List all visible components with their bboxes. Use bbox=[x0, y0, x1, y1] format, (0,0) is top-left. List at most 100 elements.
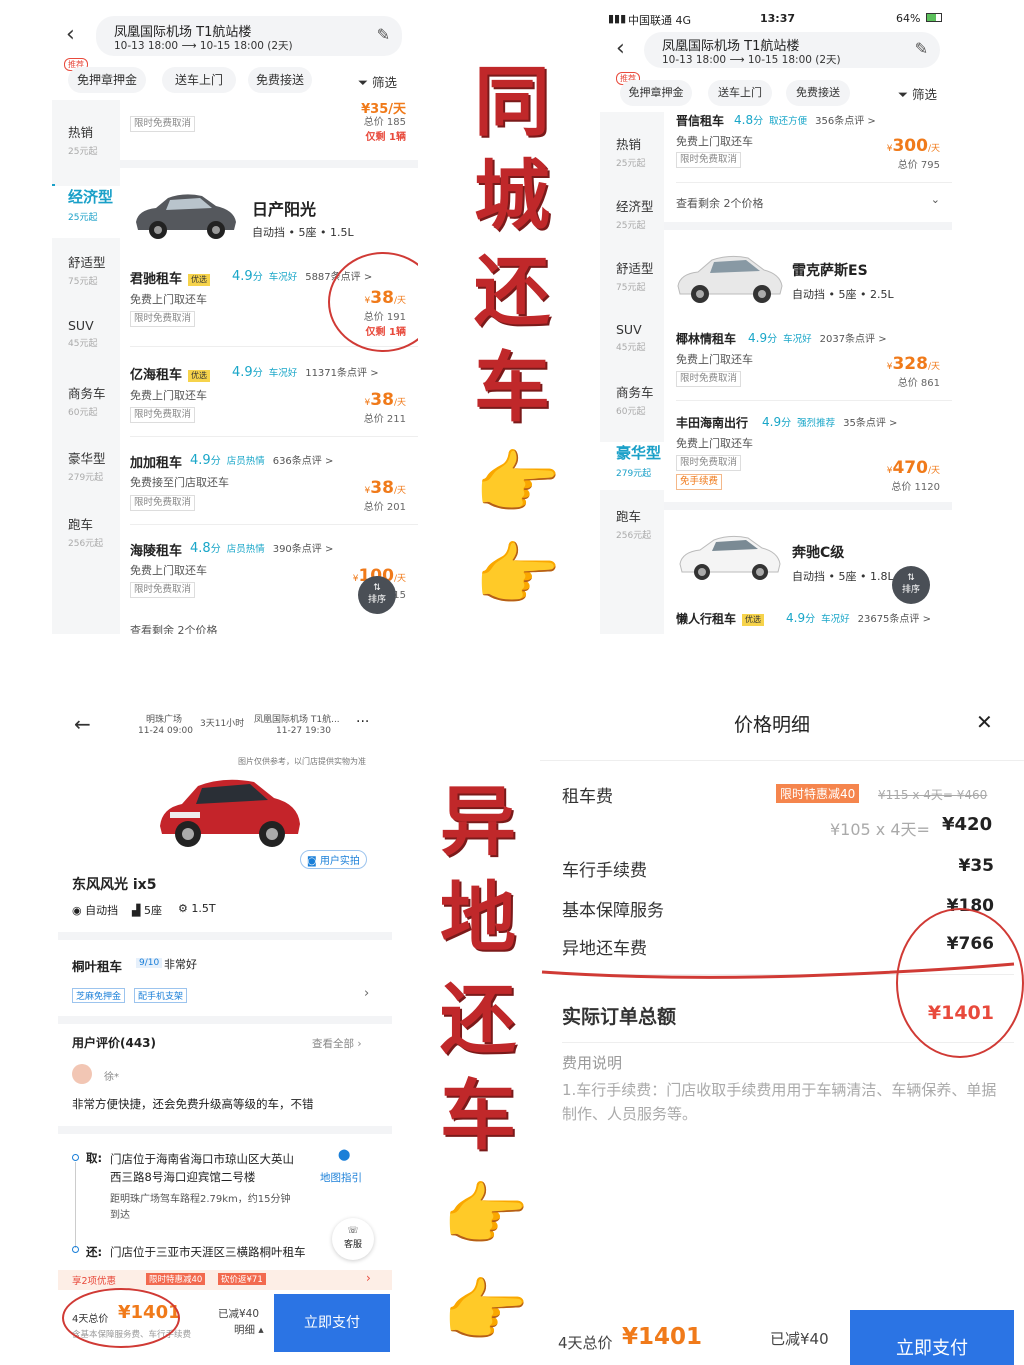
detail-link[interactable]: 明细 ▴ bbox=[234, 1322, 264, 1337]
close-icon[interactable]: ✕ bbox=[976, 710, 993, 734]
sort-button[interactable]: ⇅ 排序 bbox=[358, 576, 396, 614]
cat-sports[interactable]: 跑车 256元起 bbox=[600, 506, 670, 541]
tr-panel: ▮▮▮ 中国联通 4G 13:37 64% ‹ 凤凰国际机场 T1航站楼 10-… bbox=[600, 0, 952, 634]
vendor-name[interactable]: 加加租车 bbox=[130, 452, 182, 471]
vendor-name[interactable]: 晋信租车 bbox=[676, 112, 724, 129]
sort-icon: ⇅ bbox=[373, 583, 381, 593]
cat-suv[interactable]: SUV 45元起 bbox=[600, 322, 670, 353]
battery-level: 64% bbox=[896, 12, 921, 25]
divider bbox=[130, 436, 418, 437]
location-box[interactable]: 凤凰国际机场 T1航站楼 10-13 18:00 ⟶ 10-15 18:00 (… bbox=[644, 32, 940, 68]
chevron-right-icon[interactable]: › bbox=[364, 986, 369, 1001]
reviewer-name: 徐* bbox=[104, 1072, 119, 1083]
chip-deposit[interactable]: 免押章押金 bbox=[68, 67, 146, 93]
service-text: 免费接至门店取还车 bbox=[130, 476, 229, 489]
customer-service-button[interactable]: ☏ 客服 bbox=[332, 1218, 374, 1260]
pay-button[interactable]: 立即支付 bbox=[850, 1310, 1014, 1365]
total-price: 总价 211 bbox=[363, 414, 406, 425]
footer-total: ¥1401 bbox=[622, 1324, 703, 1350]
signal-icon: ▮▮▮ bbox=[608, 12, 627, 25]
cat-business[interactable]: 商务车 60元起 bbox=[600, 382, 670, 417]
more-prices[interactable]: 查看剩余 2个价格 bbox=[130, 622, 218, 634]
return-label: 还: bbox=[86, 1245, 103, 1259]
vendor-name[interactable]: 桐叶租车 bbox=[72, 956, 122, 975]
filter-icon: ⏷ bbox=[898, 87, 909, 102]
vendor-tag: 芝麻免押金 bbox=[72, 988, 126, 1003]
filter-icon: ⏷ bbox=[358, 75, 369, 90]
note-title: 费用说明 bbox=[562, 1054, 623, 1072]
promo-tag: 砍价返¥71 bbox=[218, 1273, 266, 1285]
edit-icon[interactable]: ✎ bbox=[377, 25, 390, 44]
pointing-hand-icon: 👉 bbox=[442, 1270, 530, 1352]
service-text: 免费上门取还车 bbox=[676, 437, 753, 450]
return-dot bbox=[72, 1246, 79, 1253]
pay-button[interactable]: 立即支付 bbox=[274, 1294, 390, 1352]
chip-deposit[interactable]: 免押章押金 bbox=[620, 80, 692, 106]
more-icon[interactable]: ··· bbox=[356, 714, 369, 730]
cancel-tag: 限时免费取消 bbox=[676, 455, 742, 471]
user-photos-button[interactable]: ◙ 用户实拍 bbox=[300, 850, 367, 869]
footer-total-label: 4天总价 bbox=[558, 1334, 613, 1352]
cat-business[interactable]: 商务车 60元起 bbox=[52, 383, 122, 418]
annotation-circle bbox=[896, 908, 1024, 1058]
cat-economy[interactable]: 经济型 25元起 bbox=[52, 186, 122, 238]
vendor-name[interactable]: 懒人行租车 优选 bbox=[676, 610, 765, 627]
car-name: 日产阳光 bbox=[252, 200, 317, 219]
premium-badge: 优选 bbox=[188, 273, 211, 286]
rent-calc: ¥105 x 4天= bbox=[830, 820, 930, 839]
cat-hot[interactable]: 热销 25元起 bbox=[600, 134, 670, 169]
cat-comfort[interactable]: 舒适型 75元起 bbox=[52, 252, 122, 287]
back-arrow-icon[interactable]: ← bbox=[74, 712, 91, 736]
cat-comfort[interactable]: 舒适型 75元起 bbox=[600, 258, 670, 293]
sort-button[interactable]: ⇅ 排序 bbox=[892, 566, 930, 604]
vendor-name[interactable]: 亿海租车 优选 bbox=[130, 364, 211, 383]
vendor-name[interactable]: 椰林情租车 bbox=[676, 330, 736, 347]
chip-shuttle[interactable]: 免费接送 bbox=[786, 80, 850, 106]
cat-luxury[interactable]: 豪华型 279元起 bbox=[600, 442, 670, 490]
reviews-all-link[interactable]: 查看全部 › bbox=[312, 1036, 362, 1051]
vendor-name[interactable]: 海陵租车 bbox=[130, 540, 182, 559]
rental-duration: 3天11小时 bbox=[200, 719, 245, 729]
cat-sports[interactable]: 跑车 256元起 bbox=[52, 514, 122, 549]
map-pin-icon: ⬤ bbox=[338, 1148, 351, 1161]
annotation-circle bbox=[62, 1288, 180, 1348]
cat-luxury[interactable]: 豪华型 279元起 bbox=[52, 448, 122, 483]
filter-button[interactable]: ⏷ 筛选 bbox=[898, 84, 937, 103]
chevron-down-icon[interactable]: ⌄ bbox=[931, 193, 940, 206]
price: ¥38/天 bbox=[364, 478, 406, 498]
chip-shuttle[interactable]: 免费接送 bbox=[248, 67, 312, 93]
service-text: 免费上门取还车 bbox=[676, 135, 753, 148]
avatar bbox=[72, 1064, 92, 1084]
cat-economy[interactable]: 经济型 25元起 bbox=[600, 196, 670, 231]
edit-icon[interactable]: ✎ bbox=[915, 39, 928, 58]
cancel-tag: 限时免费取消 bbox=[676, 152, 742, 168]
car-spec: 自动挡 • 5座 • 2.5L bbox=[792, 288, 894, 301]
return-place: 凤凰国际机场 T1航... bbox=[254, 715, 340, 725]
price: ¥38/天 bbox=[364, 390, 406, 410]
note-text: 1.车行手续费：门店收取手续费用用于车辆清洁、车辆保养、单据制作、人员服务等。 bbox=[562, 1081, 997, 1123]
total-price: 总价 185 bbox=[363, 117, 406, 128]
filter-label: 筛选 bbox=[912, 87, 938, 102]
back-icon[interactable]: ‹ bbox=[66, 22, 75, 47]
vendor-name[interactable]: 君驰租车 优选 bbox=[130, 268, 211, 287]
service-text: 免费上门取还车 bbox=[130, 564, 207, 577]
price: ¥328/天 bbox=[886, 354, 940, 374]
chip-delivery[interactable]: 送车上门 bbox=[708, 80, 772, 106]
filter-button[interactable]: ⏷ 筛选 bbox=[358, 72, 397, 91]
overlay-char: 异 bbox=[440, 777, 516, 866]
promo-bar[interactable]: 享2项优惠 限时特惠减40 砍价返¥71 › bbox=[58, 1270, 392, 1290]
location-box[interactable]: 凤凰国际机场 T1航站楼 10-13 18:00 ⟶ 10-15 18:00 (… bbox=[96, 16, 402, 56]
vendor-name[interactable]: 丰田海南出行 bbox=[676, 414, 748, 431]
spec-transmission: ◉ 自动挡 bbox=[72, 904, 119, 917]
cat-hot[interactable]: 热销 25元起 bbox=[52, 122, 122, 157]
vendor-rating: 非常好 bbox=[164, 958, 197, 971]
map-link[interactable]: 地图指引 bbox=[320, 1170, 362, 1185]
total-price: 总价 795 bbox=[897, 160, 940, 171]
car-image bbox=[677, 255, 783, 303]
more-prices[interactable]: 查看剩余 2个价格 bbox=[676, 195, 764, 211]
back-icon[interactable]: ‹ bbox=[616, 36, 625, 61]
pickup-distance: 距明珠广场驾车路程2.79km，约15分钟到达 bbox=[110, 1194, 291, 1221]
chip-delivery[interactable]: 送车上门 bbox=[162, 67, 236, 93]
fee-label: 车行手续费 bbox=[562, 861, 647, 881]
cat-suv[interactable]: SUV 45元起 bbox=[52, 318, 122, 349]
